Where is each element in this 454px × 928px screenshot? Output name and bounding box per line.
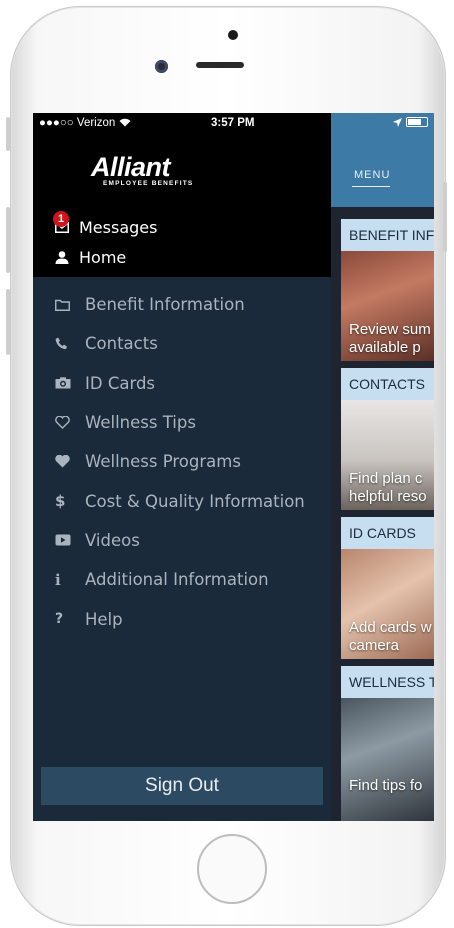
card-title: WELLNESS T xyxy=(341,666,434,698)
menu-item-contacts[interactable]: Contacts xyxy=(33,324,331,363)
power-button xyxy=(443,182,447,252)
menu-item-label: Benefit Information xyxy=(85,295,245,315)
card-title: ID CARDS xyxy=(341,517,434,549)
card-contacts[interactable]: CONTACTS Find plan c helpful reso xyxy=(341,368,434,510)
menu-item-label: Help xyxy=(85,609,123,629)
logo-name: Alliant xyxy=(91,152,171,182)
home-label: Home xyxy=(79,248,127,267)
menu-item-label: Contacts xyxy=(85,334,158,354)
menu-item-label: Additional Information xyxy=(85,570,269,590)
menu-list: Benefit Information Contacts ID Cards We… xyxy=(33,285,331,639)
card-title: BENEFIT INF xyxy=(341,219,434,251)
info-icon: i xyxy=(55,570,61,589)
menu-item-wellness-programs[interactable]: Wellness Programs xyxy=(33,442,331,481)
menu-toggle[interactable]: MENU xyxy=(354,169,390,181)
card-wellness-tips[interactable]: WELLNESS T Find tips fo xyxy=(341,666,434,821)
location-icon xyxy=(393,117,402,127)
card-description: Review sum available p xyxy=(349,321,431,356)
card-benefit-information[interactable]: BENEFIT INF Review sum available p xyxy=(341,219,434,361)
main-content: MENU BENEFIT INF Review sum available p C… xyxy=(331,113,434,821)
volume-down-button xyxy=(6,289,10,355)
battery-icon xyxy=(406,117,428,127)
dollar-icon: $ xyxy=(55,492,66,511)
user-icon xyxy=(55,251,69,264)
menu-header: Alliant EMPLOYEE BENEFITS 1 Messages Hom… xyxy=(33,113,331,277)
menu-item-benefit-information[interactable]: Benefit Information xyxy=(33,285,331,324)
menu-item-cost-quality[interactable]: $ Cost & Quality Information xyxy=(33,481,331,520)
card-image xyxy=(341,698,434,821)
question-icon: ? xyxy=(55,611,64,628)
folder-icon xyxy=(55,299,83,311)
camera-icon xyxy=(55,377,83,389)
wifi-icon xyxy=(119,118,130,127)
sign-out-button[interactable]: Sign Out xyxy=(41,767,323,805)
messages-label: Messages xyxy=(79,218,158,237)
logo-subtitle: EMPLOYEE BENEFITS xyxy=(103,180,194,187)
menu-item-label: ID Cards xyxy=(85,373,156,393)
card-description: Add cards w camera xyxy=(349,619,432,654)
card-id-cards[interactable]: ID CARDS Add cards w camera xyxy=(341,517,434,659)
status-time: 3:57 PM xyxy=(211,117,255,129)
video-icon xyxy=(55,534,83,546)
messages-badge: 1 xyxy=(53,211,69,227)
card-title: CONTACTS xyxy=(341,368,434,400)
side-menu: Alliant EMPLOYEE BENEFITS 1 Messages Hom… xyxy=(33,113,331,821)
menu-item-label: Wellness Programs xyxy=(85,452,241,472)
earpiece-speaker xyxy=(196,62,244,68)
card-description: Find plan c helpful reso xyxy=(349,470,427,505)
menu-item-label: Cost & Quality Information xyxy=(85,491,305,511)
phone-screen: ●●●○○ Verizon 3:57 PM Alliant EMPLOYEE B… xyxy=(33,113,434,821)
menu-item-help[interactable]: ? Help xyxy=(33,599,331,638)
menu-item-videos[interactable]: Videos xyxy=(33,521,331,560)
mute-switch xyxy=(6,117,10,151)
home-button[interactable] xyxy=(197,834,267,904)
status-bar: ●●●○○ Verizon 3:57 PM xyxy=(33,117,434,133)
phone-icon xyxy=(55,337,83,350)
menu-item-messages[interactable]: Messages xyxy=(55,218,157,237)
card-description: Find tips fo xyxy=(349,777,423,794)
menu-item-home[interactable]: Home xyxy=(55,248,126,267)
menu-underline xyxy=(352,186,390,187)
status-right xyxy=(393,117,428,127)
heart-icon xyxy=(55,455,83,468)
menu-item-label: Wellness Tips xyxy=(85,413,196,433)
front-sensor xyxy=(228,30,238,40)
menu-item-label: Videos xyxy=(85,530,140,550)
heart-outline-icon xyxy=(55,416,83,430)
menu-item-id-cards[interactable]: ID Cards xyxy=(33,364,331,403)
volume-up-button xyxy=(6,207,10,273)
carrier-label: ●●●○○ Verizon xyxy=(39,117,131,129)
menu-item-additional-information[interactable]: i Additional Information xyxy=(33,560,331,599)
menu-item-wellness-tips[interactable]: Wellness Tips xyxy=(33,403,331,442)
alliant-logo: Alliant EMPLOYEE BENEFITS xyxy=(91,153,193,187)
front-camera xyxy=(155,60,168,73)
